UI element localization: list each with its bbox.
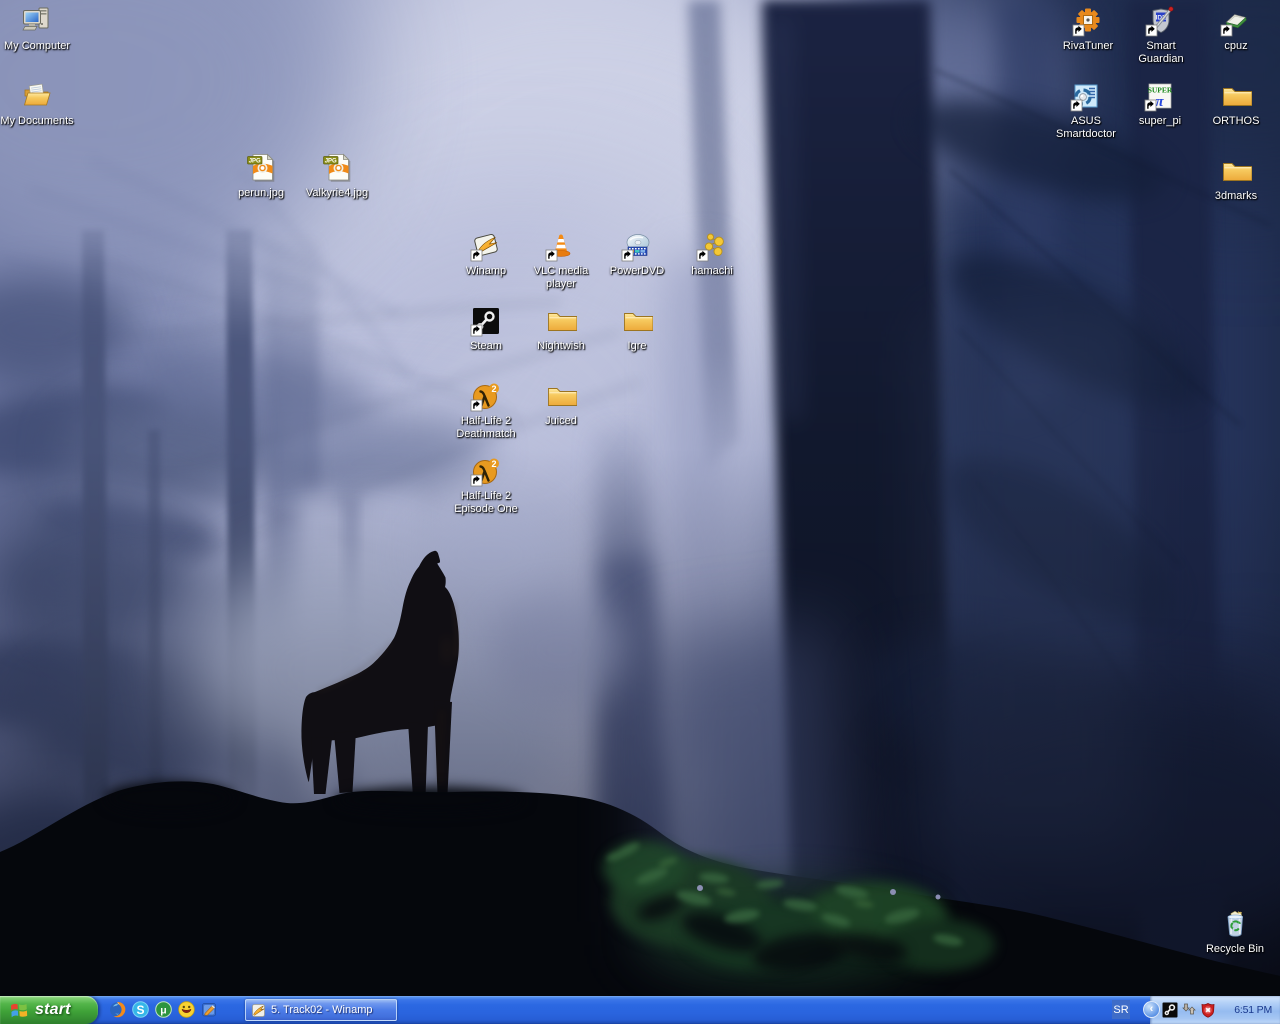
svg-text:S: S bbox=[136, 1003, 144, 1017]
svg-text:JPG: JPG bbox=[325, 158, 337, 164]
svg-text:π: π bbox=[1155, 94, 1164, 110]
svg-text:μ: μ bbox=[160, 1004, 166, 1016]
svg-text:2: 2 bbox=[491, 384, 496, 394]
svg-text:JPG: JPG bbox=[249, 158, 261, 164]
svg-text:2: 2 bbox=[491, 459, 496, 469]
